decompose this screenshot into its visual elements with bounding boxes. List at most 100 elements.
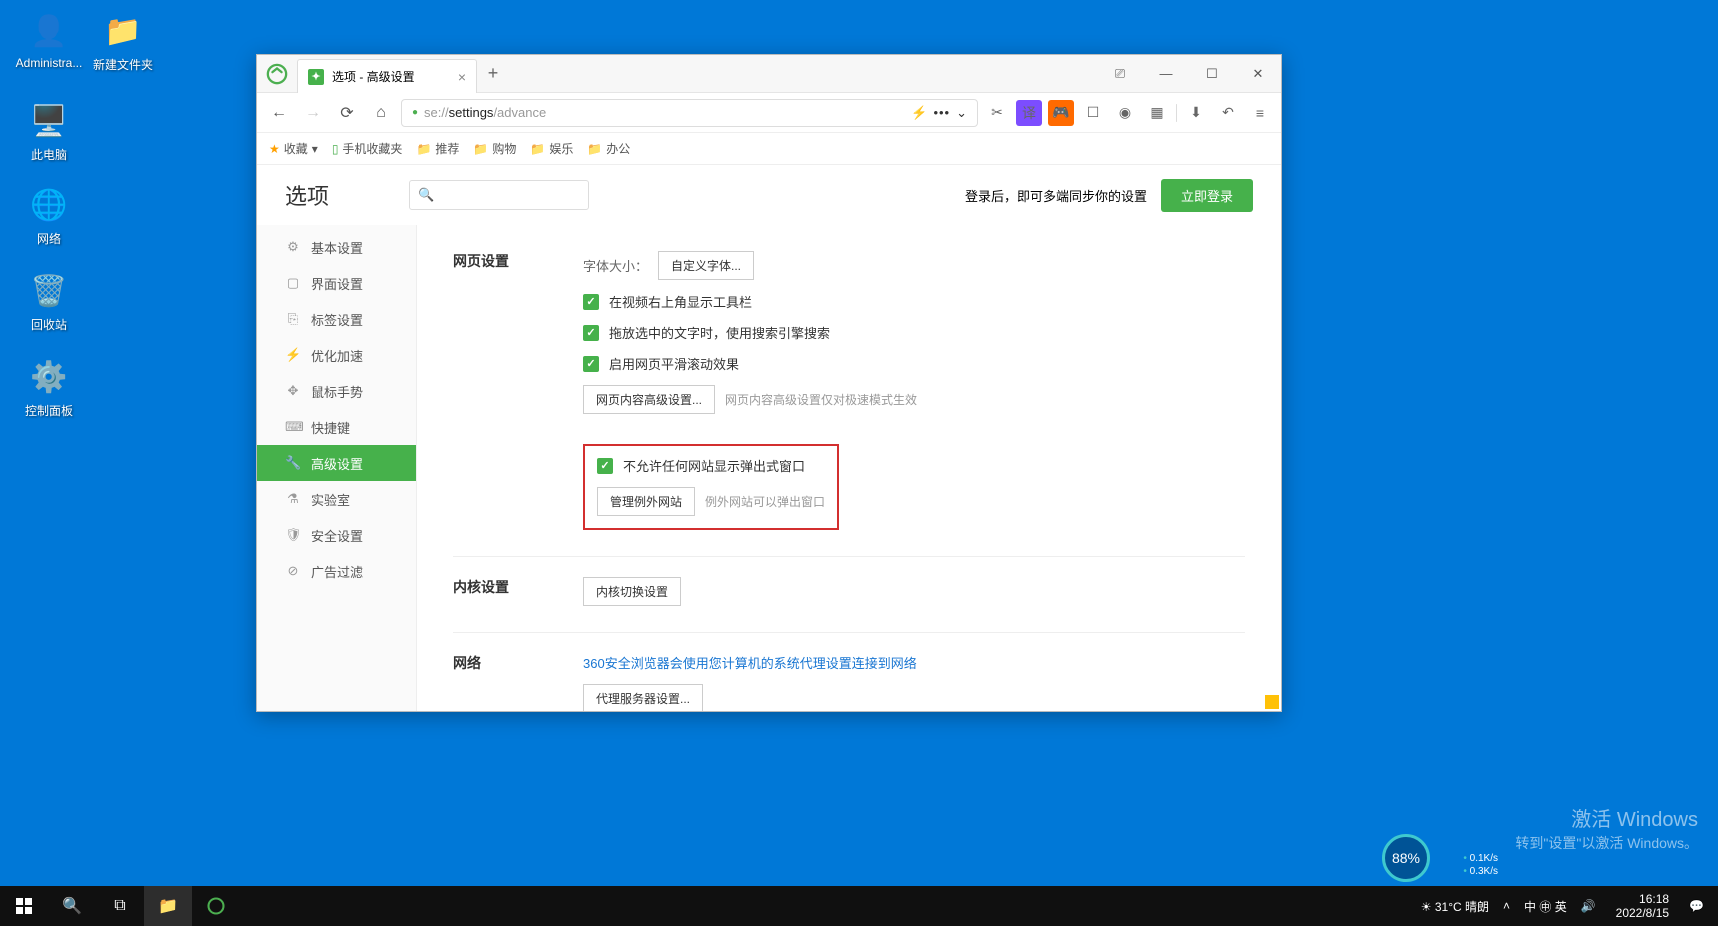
shield-icon: 🛡 [285, 527, 301, 543]
sidebar-item-advanced[interactable]: 🔧高级设置 [257, 445, 416, 481]
phone-bookmarks[interactable]: ▯手机收藏夹 [332, 140, 403, 157]
home-button[interactable]: ⌂ [367, 99, 395, 127]
user-icon: 👤 [28, 10, 70, 52]
desktop-icon-admin[interactable]: 👤Administra... [12, 10, 86, 70]
url-input[interactable]: ● se://settings/advance ⚡ ••• ⌄ [401, 99, 978, 127]
section-title: 网页设置 [453, 251, 583, 530]
tray-volume-icon[interactable]: 🔊 [1577, 899, 1600, 913]
sidebar-item-basic[interactable]: ⚙基本设置 [257, 229, 416, 265]
section-title: 内核设置 [453, 577, 583, 606]
bolt-icon: ⚡ [285, 347, 301, 363]
sidebar-item-lab[interactable]: ⚗实验室 [257, 481, 416, 517]
folder-icon: 📁 [102, 10, 144, 52]
custom-font-button[interactable]: 自定义字体... [658, 251, 754, 280]
section-title: 网络 [453, 653, 583, 711]
sidebar-item-tabs[interactable]: ⎘标签设置 [257, 301, 416, 337]
close-button[interactable]: ✕ [1235, 55, 1281, 92]
manage-exceptions-button[interactable]: 管理例外网站 [597, 487, 695, 516]
scrollbar-corner[interactable] [1265, 695, 1279, 709]
tray-ime[interactable]: 中 ㊥ 英 [1520, 898, 1571, 915]
bookmark-folder-shop[interactable]: 购物 [473, 140, 516, 157]
proxy-settings-button[interactable]: 代理服务器设置... [583, 684, 703, 711]
bookmark-icon[interactable]: ☐ [1080, 100, 1106, 126]
desktop-icon-controlpanel[interactable]: ⚙️控制面板 [12, 356, 86, 419]
checkbox-smooth-scroll[interactable]: ✓ [583, 356, 599, 372]
section-webpage: 网页设置 字体大小： 自定义字体... ✓在视频右上角显示工具栏 ✓拖放选中的文… [453, 231, 1245, 557]
flash-icon[interactable]: ⚡ [911, 105, 927, 121]
extension-icon[interactable]: ⎚ [1097, 55, 1143, 92]
desktop-icon-recycle[interactable]: 🗑️ 回收站 [12, 270, 86, 333]
sidebar-item-optimize[interactable]: ⚡优化加速 [257, 337, 416, 373]
popup-exception-hint: 例外网站可以弹出窗口 [705, 493, 825, 510]
sidebar-item-adblock[interactable]: ⊘广告过滤 [257, 553, 416, 589]
mouse-icon: ✥ [285, 383, 301, 399]
layout-icon: ▢ [285, 275, 301, 291]
favorites-button[interactable]: ★收藏 ▾ [269, 140, 318, 157]
icon-label: 新建文件夹 [86, 56, 160, 73]
scissors-icon[interactable]: ✂ [984, 100, 1010, 126]
address-bar: ← → ⟳ ⌂ ● se://settings/advance ⚡ ••• ⌄ … [257, 93, 1281, 133]
tab-active[interactable]: ✦ 选项 - 高级设置 × [297, 59, 477, 93]
desktop-icon-newfolder[interactable]: 📁 新建文件夹 [86, 10, 160, 73]
search-button[interactable]: 🔍 [48, 886, 96, 926]
new-tab-button[interactable]: + [477, 55, 509, 92]
reload-button[interactable]: ⟳ [333, 99, 361, 127]
weather-tool-icon[interactable]: ◉ [1112, 100, 1138, 126]
activate-windows-watermark: 激活 Windows 转到"设置"以激活 Windows。 [1515, 806, 1698, 854]
checkbox-block-popup[interactable]: ✓ [597, 458, 613, 474]
maximize-button[interactable]: ☐ [1189, 55, 1235, 92]
sidebar-item-mouse[interactable]: ✥鼠标手势 [257, 373, 416, 409]
tray-notifications-icon[interactable]: 💬 [1685, 899, 1708, 913]
translate-icon[interactable]: 译 [1016, 100, 1042, 126]
tray-clock[interactable]: 16:18 2022/8/15 [1606, 892, 1679, 921]
tray-chevron[interactable]: ˄ [1499, 899, 1514, 913]
wrench-icon: 🔧 [285, 455, 301, 471]
browser-logo-icon [257, 55, 297, 92]
minimize-button[interactable]: — [1143, 55, 1189, 92]
flask-icon: ⚗ [285, 491, 301, 507]
network-usage-badge[interactable]: 88% [1382, 834, 1430, 882]
tray-weather[interactable]: ☀ 31°C 晴朗 [1417, 898, 1493, 915]
login-button[interactable]: 立即登录 [1161, 179, 1253, 212]
tab-title: 选项 - 高级设置 [332, 68, 415, 85]
settings-sidebar: ⚙基本设置 ▢界面设置 ⎘标签设置 ⚡优化加速 ✥鼠标手势 ⌨快捷键 🔧高级设置… [257, 225, 417, 711]
bookmark-folder-work[interactable]: 办公 [587, 140, 630, 157]
more-icon[interactable]: ••• [933, 105, 950, 120]
font-size-label: 字体大小： [583, 256, 648, 275]
gear-icon: ⚙ [285, 239, 301, 255]
bookmark-folder-rec[interactable]: 推荐 [416, 140, 459, 157]
forward-button[interactable]: → [299, 99, 327, 127]
taskview-button[interactable]: ⧉ [96, 886, 144, 926]
settings-search-input[interactable]: 🔍 [409, 180, 589, 210]
sidebar-item-ui[interactable]: ▢界面设置 [257, 265, 416, 301]
bookmarks-bar: ★收藏 ▾ ▯手机收藏夹 推荐 购物 娱乐 办公 [257, 133, 1281, 165]
titlebar: ✦ 选项 - 高级设置 × + ⎚ — ☐ ✕ [257, 55, 1281, 93]
desktop-icon-network[interactable]: 🌐网络 [12, 184, 86, 247]
apps-icon[interactable]: ▦ [1144, 100, 1170, 126]
bookmark-folder-ent[interactable]: 娱乐 [530, 140, 573, 157]
browser-window: ✦ 选项 - 高级设置 × + ⎚ — ☐ ✕ ← → ⟳ ⌂ ● se://s… [256, 54, 1282, 712]
checkbox-video-toolbar[interactable]: ✓ [583, 294, 599, 310]
search-icon: 🔍 [418, 187, 434, 203]
menu-icon[interactable]: ≡ [1247, 100, 1273, 126]
recycle-icon: 🗑️ [28, 270, 70, 312]
chevron-down-icon[interactable]: ⌄ [956, 105, 967, 121]
download-icon[interactable]: ⬇ [1183, 100, 1209, 126]
icon-label: 回收站 [12, 316, 86, 333]
webpage-advanced-button[interactable]: 网页内容高级设置... [583, 385, 715, 414]
kernel-switch-button[interactable]: 内核切换设置 [583, 577, 681, 606]
game-icon[interactable]: 🎮 [1048, 100, 1074, 126]
start-button[interactable] [0, 886, 48, 926]
desktop-icon-thispc[interactable]: 🖥️此电脑 [12, 100, 86, 163]
checkbox-drag-search[interactable]: ✓ [583, 325, 599, 341]
taskbar-360browser[interactable] [192, 886, 240, 926]
sidebar-item-shortcut[interactable]: ⌨快捷键 [257, 409, 416, 445]
taskbar-explorer[interactable]: 📁 [144, 886, 192, 926]
back-button[interactable]: ← [265, 99, 293, 127]
popup-block-highlight: ✓不允许任何网站显示弹出式窗口 管理例外网站 例外网站可以弹出窗口 [583, 444, 839, 530]
undo-icon[interactable]: ↶ [1215, 100, 1241, 126]
sidebar-item-security[interactable]: 🛡安全设置 [257, 517, 416, 553]
tab-close-button[interactable]: × [458, 69, 466, 85]
keyboard-icon: ⌨ [285, 419, 301, 435]
settings-panel: 网页设置 字体大小： 自定义字体... ✓在视频右上角显示工具栏 ✓拖放选中的文… [417, 225, 1281, 711]
